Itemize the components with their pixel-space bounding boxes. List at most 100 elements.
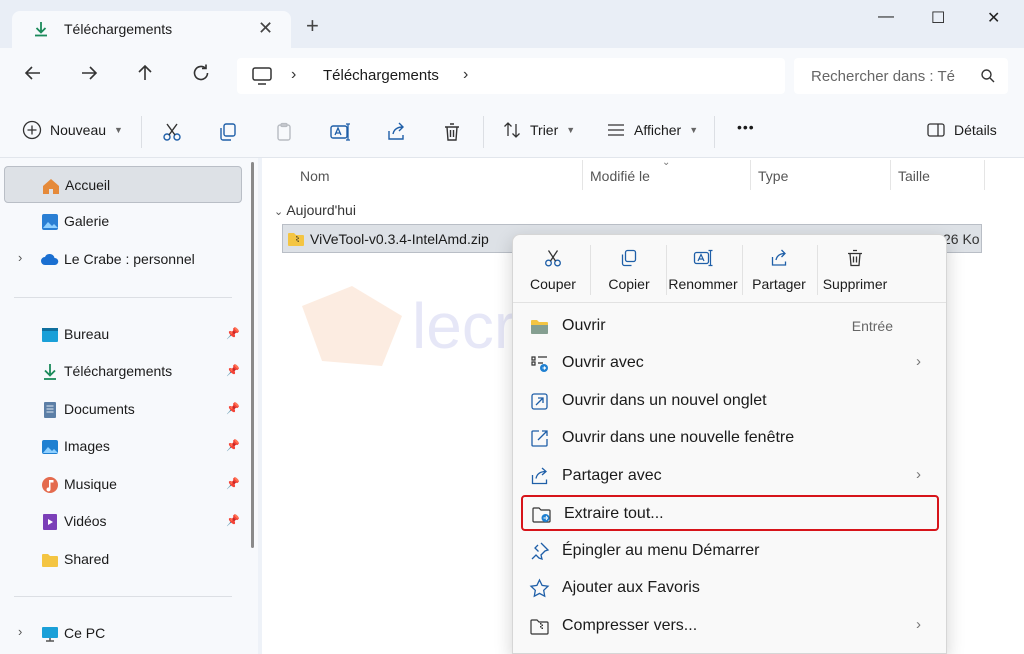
folder-open-icon	[531, 320, 548, 334]
column-header-modified[interactable]: Modifié le	[590, 168, 650, 184]
column-header-name[interactable]: Nom	[300, 168, 330, 184]
zip-folder-icon	[288, 233, 304, 246]
back-arrow-icon[interactable]	[21, 61, 45, 85]
new-tab-button[interactable]: +	[306, 15, 319, 37]
forward-arrow-icon[interactable]	[77, 61, 101, 85]
pin-icon[interactable]: 📌	[226, 514, 240, 527]
menu-item-add-favorites[interactable]: Ajouter aux Favoris	[521, 571, 939, 606]
pin-icon[interactable]: 📌	[226, 439, 240, 452]
cloud-icon	[41, 253, 59, 265]
menu-item-extract-all[interactable]: Extraire tout...	[521, 495, 939, 531]
sidebar-item-documents[interactable]: Documents 📌	[4, 391, 242, 428]
pin-icon[interactable]: 📌	[226, 402, 240, 415]
sidebar-item-musique[interactable]: Musique 📌	[4, 466, 242, 503]
chevron-right-icon[interactable]: ›	[18, 624, 22, 639]
column-header-type[interactable]: Type	[758, 168, 788, 184]
view-button-label: Afficher	[634, 122, 682, 138]
refresh-icon[interactable]	[189, 61, 213, 85]
context-quick-label: Partager	[752, 276, 806, 292]
group-header-today[interactable]: ⌄ Aujourd'hui	[274, 202, 356, 218]
sidebar-item-label: Ce PC	[64, 625, 106, 641]
menu-item-share-with[interactable]: Partager avec ›	[521, 459, 939, 494]
menu-item-label: Épingler au menu Démarrer	[562, 542, 760, 559]
menu-item-open-new-tab[interactable]: Ouvrir dans un nouvel onglet	[521, 384, 939, 419]
delete-icon[interactable]	[441, 121, 463, 143]
tab-close-button[interactable]: ✕	[258, 18, 273, 39]
divider	[14, 596, 232, 597]
menu-item-label: Ajouter aux Favoris	[562, 579, 700, 596]
context-copy-button[interactable]: Copier	[591, 243, 667, 297]
new-button-label: Nouveau	[50, 122, 107, 138]
chevron-right-icon[interactable]: ›	[18, 250, 22, 265]
sort-button-label: Trier	[530, 122, 559, 138]
pin-icon[interactable]: 📌	[226, 477, 240, 490]
context-share-button[interactable]: Partager	[741, 243, 817, 297]
column-separator[interactable]	[750, 160, 751, 190]
navigation-pane: Accueil Galerie › Le Crabe : personnel B…	[0, 158, 258, 654]
cut-icon[interactable]	[161, 121, 183, 143]
column-header-size[interactable]: Taille	[898, 168, 930, 184]
context-quick-label: Renommer	[668, 276, 738, 292]
new-button[interactable]: Nouveau ▼	[22, 120, 123, 140]
details-button[interactable]: Détails	[926, 120, 997, 140]
pin-icon[interactable]: 📌	[226, 327, 240, 340]
column-separator[interactable]	[890, 160, 891, 190]
sidebar-item-bureau[interactable]: Bureau 📌	[4, 316, 242, 353]
column-separator[interactable]	[984, 160, 985, 190]
close-window-button[interactable]: ✕	[987, 8, 1000, 28]
context-rename-button[interactable]: Renommer	[665, 243, 741, 297]
plus-circle-icon	[22, 120, 42, 140]
menu-item-open[interactable]: Ouvrir Entrée	[521, 309, 939, 344]
sidebar-item-label: Vidéos	[64, 513, 107, 529]
view-button[interactable]: Afficher ▼	[606, 120, 698, 140]
breadcrumb-location[interactable]: Téléchargements	[323, 67, 439, 84]
sort-button[interactable]: Trier ▼	[502, 120, 575, 140]
sidebar-item-videos[interactable]: Vidéos 📌	[4, 503, 242, 540]
chevron-right-icon: ›	[916, 353, 921, 370]
menu-item-open-with[interactable]: Ouvrir avec ›	[521, 346, 939, 381]
rename-icon[interactable]	[329, 121, 351, 143]
tab-telechargements[interactable]: Téléchargements ✕	[12, 11, 291, 48]
more-options-button[interactable]: •••	[737, 119, 755, 135]
column-separator[interactable]	[582, 160, 583, 190]
sidebar-item-shared[interactable]: Shared	[4, 541, 242, 578]
context-cut-button[interactable]: Couper	[515, 243, 591, 297]
sidebar-item-label: Accueil	[65, 177, 111, 193]
sidebar-scrollbar[interactable]	[251, 162, 254, 548]
breadcrumb-chevron[interactable]: ›	[463, 66, 468, 84]
menu-item-compress[interactable]: Compresser vers... ›	[521, 609, 939, 644]
menu-item-open-new-window[interactable]: Ouvrir dans une nouvelle fenêtre	[521, 421, 939, 456]
minimize-button[interactable]: —	[878, 8, 894, 26]
search-input[interactable]: Rechercher dans : Té	[794, 58, 1008, 94]
sidebar-item-label: Musique	[64, 476, 117, 492]
share-icon[interactable]	[385, 121, 407, 143]
sidebar-item-images[interactable]: Images 📌	[4, 428, 242, 465]
file-name: ViVeTool-v0.3.4-IntelAmd.zip	[310, 231, 489, 247]
compress-icon	[530, 619, 549, 635]
menu-item-label: Ouvrir	[562, 317, 606, 334]
sidebar-item-ce-pc[interactable]: › Ce PC	[4, 615, 242, 652]
breadcrumb-chevron[interactable]: ›	[291, 66, 296, 84]
search-icon[interactable]	[980, 68, 996, 84]
menu-item-pin-start[interactable]: Épingler au menu Démarrer	[521, 534, 939, 569]
context-delete-button[interactable]: Supprimer	[817, 243, 893, 297]
copy-icon[interactable]	[217, 121, 239, 143]
rename-icon	[693, 249, 713, 267]
up-arrow-icon[interactable]	[133, 61, 157, 85]
address-bar[interactable]: › Téléchargements ›	[237, 58, 785, 94]
chevron-down-icon: ▼	[689, 125, 699, 135]
sidebar-item-home[interactable]: Accueil	[4, 166, 242, 203]
menu-item-label: Partager avec	[562, 467, 662, 484]
menu-item-label: Compresser vers...	[562, 617, 698, 634]
download-icon	[35, 22, 47, 37]
context-quick-label: Couper	[530, 276, 576, 292]
sidebar-item-telechargements[interactable]: Téléchargements 📌	[4, 353, 242, 390]
sidebar-item-onedrive[interactable]: › Le Crabe : personnel	[4, 241, 242, 278]
copy-icon	[621, 249, 637, 267]
pin-icon[interactable]: 📌	[226, 364, 240, 377]
sidebar-item-gallery[interactable]: Galerie	[4, 203, 242, 240]
maximize-button[interactable]: ☐	[931, 8, 945, 28]
paste-icon[interactable]	[273, 121, 295, 143]
chevron-down-icon: ▼	[566, 125, 576, 135]
divider	[14, 297, 232, 298]
